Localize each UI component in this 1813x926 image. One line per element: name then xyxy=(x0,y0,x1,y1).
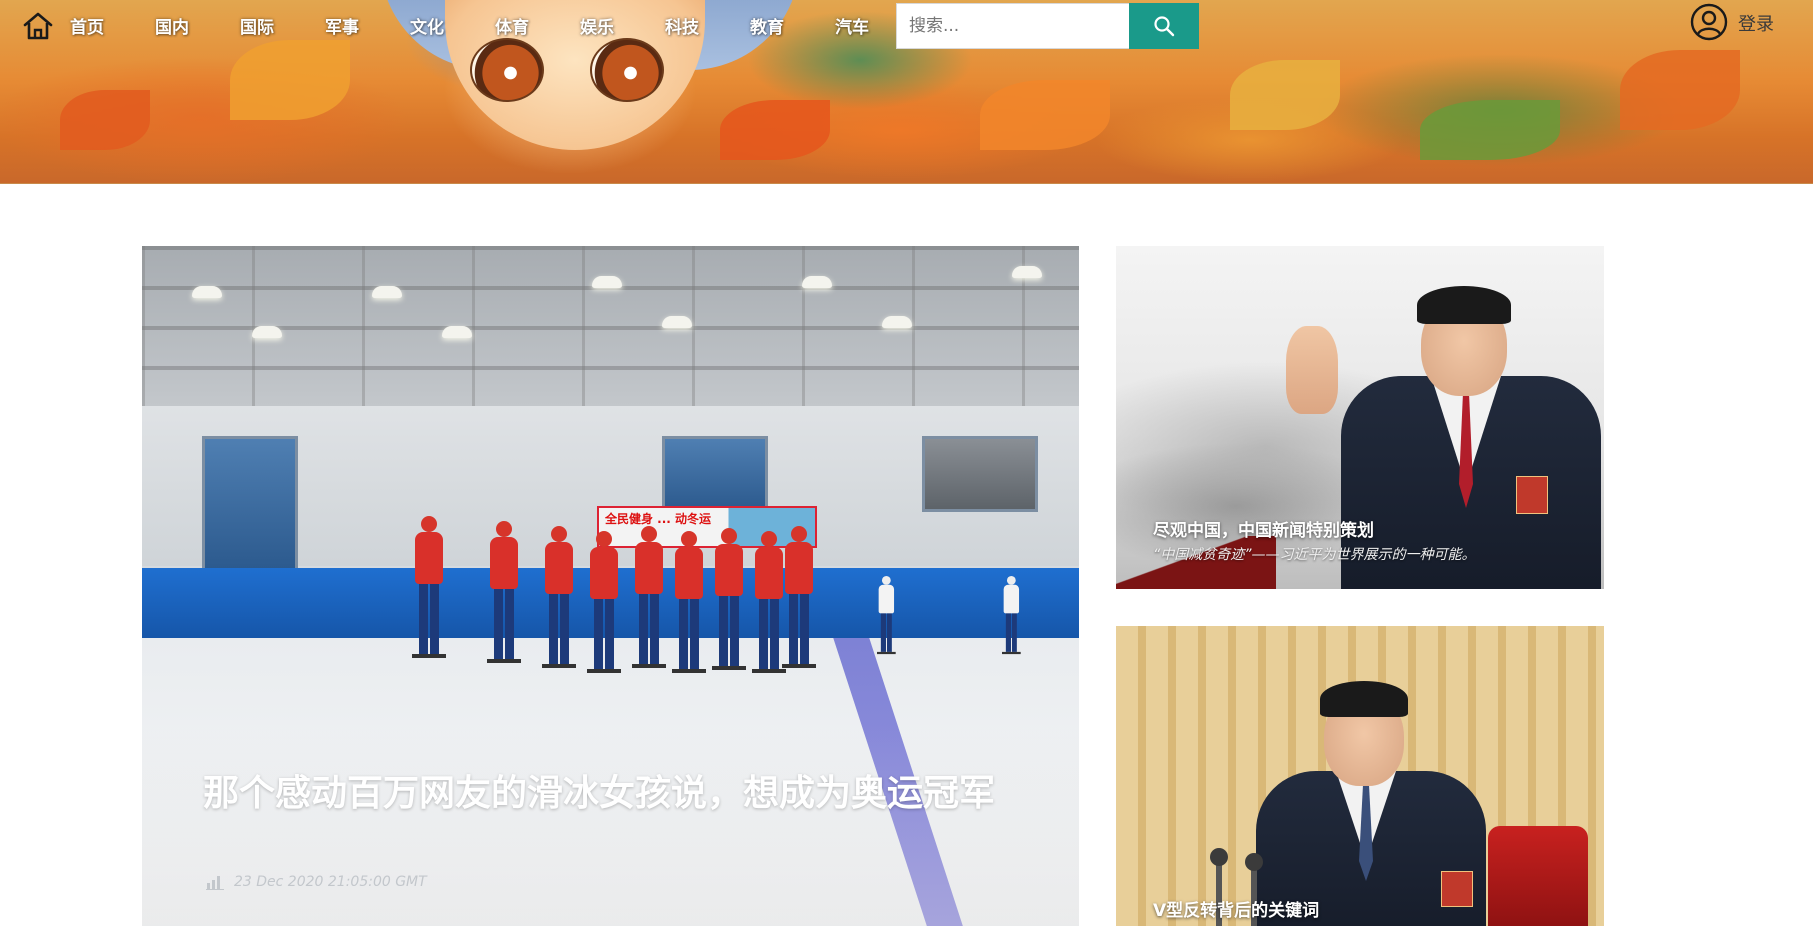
featured-story-card[interactable]: 全民健身 ... 动冬运 那个感动百万网友的滑冰女孩说，想成为奥运冠军 23 D… xyxy=(142,246,1079,926)
leaf-decor xyxy=(1620,50,1740,130)
photo-lamp xyxy=(592,276,622,288)
search-button[interactable] xyxy=(1129,3,1199,49)
nav-item-home[interactable]: 首页 xyxy=(70,13,104,38)
photo-lamp xyxy=(662,316,692,328)
nav-item-sports[interactable]: 体育 xyxy=(495,13,529,38)
leaf-decor xyxy=(1230,60,1340,130)
leaf-decor xyxy=(1420,100,1560,160)
photo-lamp xyxy=(802,276,832,288)
search-icon xyxy=(1154,16,1175,37)
leaf-decor xyxy=(720,100,830,160)
nav-item-entertainment[interactable]: 娱乐 xyxy=(580,13,614,38)
photo-person xyxy=(1236,676,1536,926)
photo-lamp xyxy=(442,326,472,338)
featured-story-title[interactable]: 那个感动百万网友的滑冰女孩说，想成为奥运冠军 xyxy=(203,770,1023,818)
photo-skater xyxy=(712,528,746,678)
nav-item-technology[interactable]: 科技 xyxy=(665,13,699,38)
photo-lamp xyxy=(882,316,912,328)
nav-item-international[interactable]: 国际 xyxy=(240,13,274,38)
side-story-card-2[interactable]: V型反转背后的关键词 xyxy=(1116,626,1604,926)
side-story-2-title[interactable]: V型反转背后的关键词 xyxy=(1153,896,1319,921)
photo-skater xyxy=(587,531,621,681)
leaf-decor xyxy=(980,80,1110,150)
home-icon[interactable] xyxy=(22,10,54,42)
photo-mic xyxy=(1210,848,1228,866)
featured-overlay xyxy=(142,726,1079,926)
user-icon[interactable] xyxy=(1690,3,1728,41)
bar-chart-icon xyxy=(206,876,224,890)
side-story-1-title[interactable]: 尽观中国，中国新闻特别策划 xyxy=(1153,516,1374,541)
photo-window xyxy=(662,436,768,512)
side-story-card-1[interactable]: 尽观中国，中国新闻特别策划 “中国减贫奇迹”——习近平为世界展示的一种可能。 xyxy=(1116,246,1604,589)
nav-item-culture[interactable]: 文化 xyxy=(410,13,444,38)
nav-item-auto[interactable]: 汽车 xyxy=(835,13,869,38)
photo-lamp xyxy=(372,286,402,298)
photo-skater xyxy=(542,526,576,676)
photo-window xyxy=(922,436,1038,512)
nav-item-education[interactable]: 教育 xyxy=(750,13,784,38)
photo-mic xyxy=(1245,853,1263,871)
login-link[interactable]: 登录 xyxy=(1738,10,1774,36)
search-input[interactable] xyxy=(896,3,1130,49)
photo-skater xyxy=(412,516,446,666)
photo-ceiling xyxy=(142,246,1079,406)
photo-window xyxy=(202,436,298,572)
photo-skater xyxy=(1002,576,1021,659)
nav-item-domestic[interactable]: 国内 xyxy=(155,13,189,38)
photo-person xyxy=(1281,276,1601,589)
photo-skater xyxy=(672,531,706,681)
photo-skater xyxy=(877,576,896,659)
featured-story-timestamp: 23 Dec 2020 21:05:00 GMT xyxy=(234,874,427,890)
photo-skater xyxy=(752,531,786,681)
photo-skater xyxy=(487,521,521,671)
leaf-decor xyxy=(230,40,350,120)
photo-lamp xyxy=(1012,266,1042,278)
photo-lamp xyxy=(252,326,282,338)
photo-skater xyxy=(632,526,666,676)
top-nav: 首页 国内 国际 军事 文化 体育 娱乐 科技 教育 汽车 登录 xyxy=(0,0,1813,52)
photo-skater xyxy=(782,526,816,676)
nav-item-military[interactable]: 军事 xyxy=(325,13,359,38)
side-story-1-subtitle: “中国减贫奇迹”——习近平为世界展示的一种可能。 xyxy=(1153,547,1476,563)
leaf-decor xyxy=(60,90,150,150)
photo-lamp xyxy=(192,286,222,298)
